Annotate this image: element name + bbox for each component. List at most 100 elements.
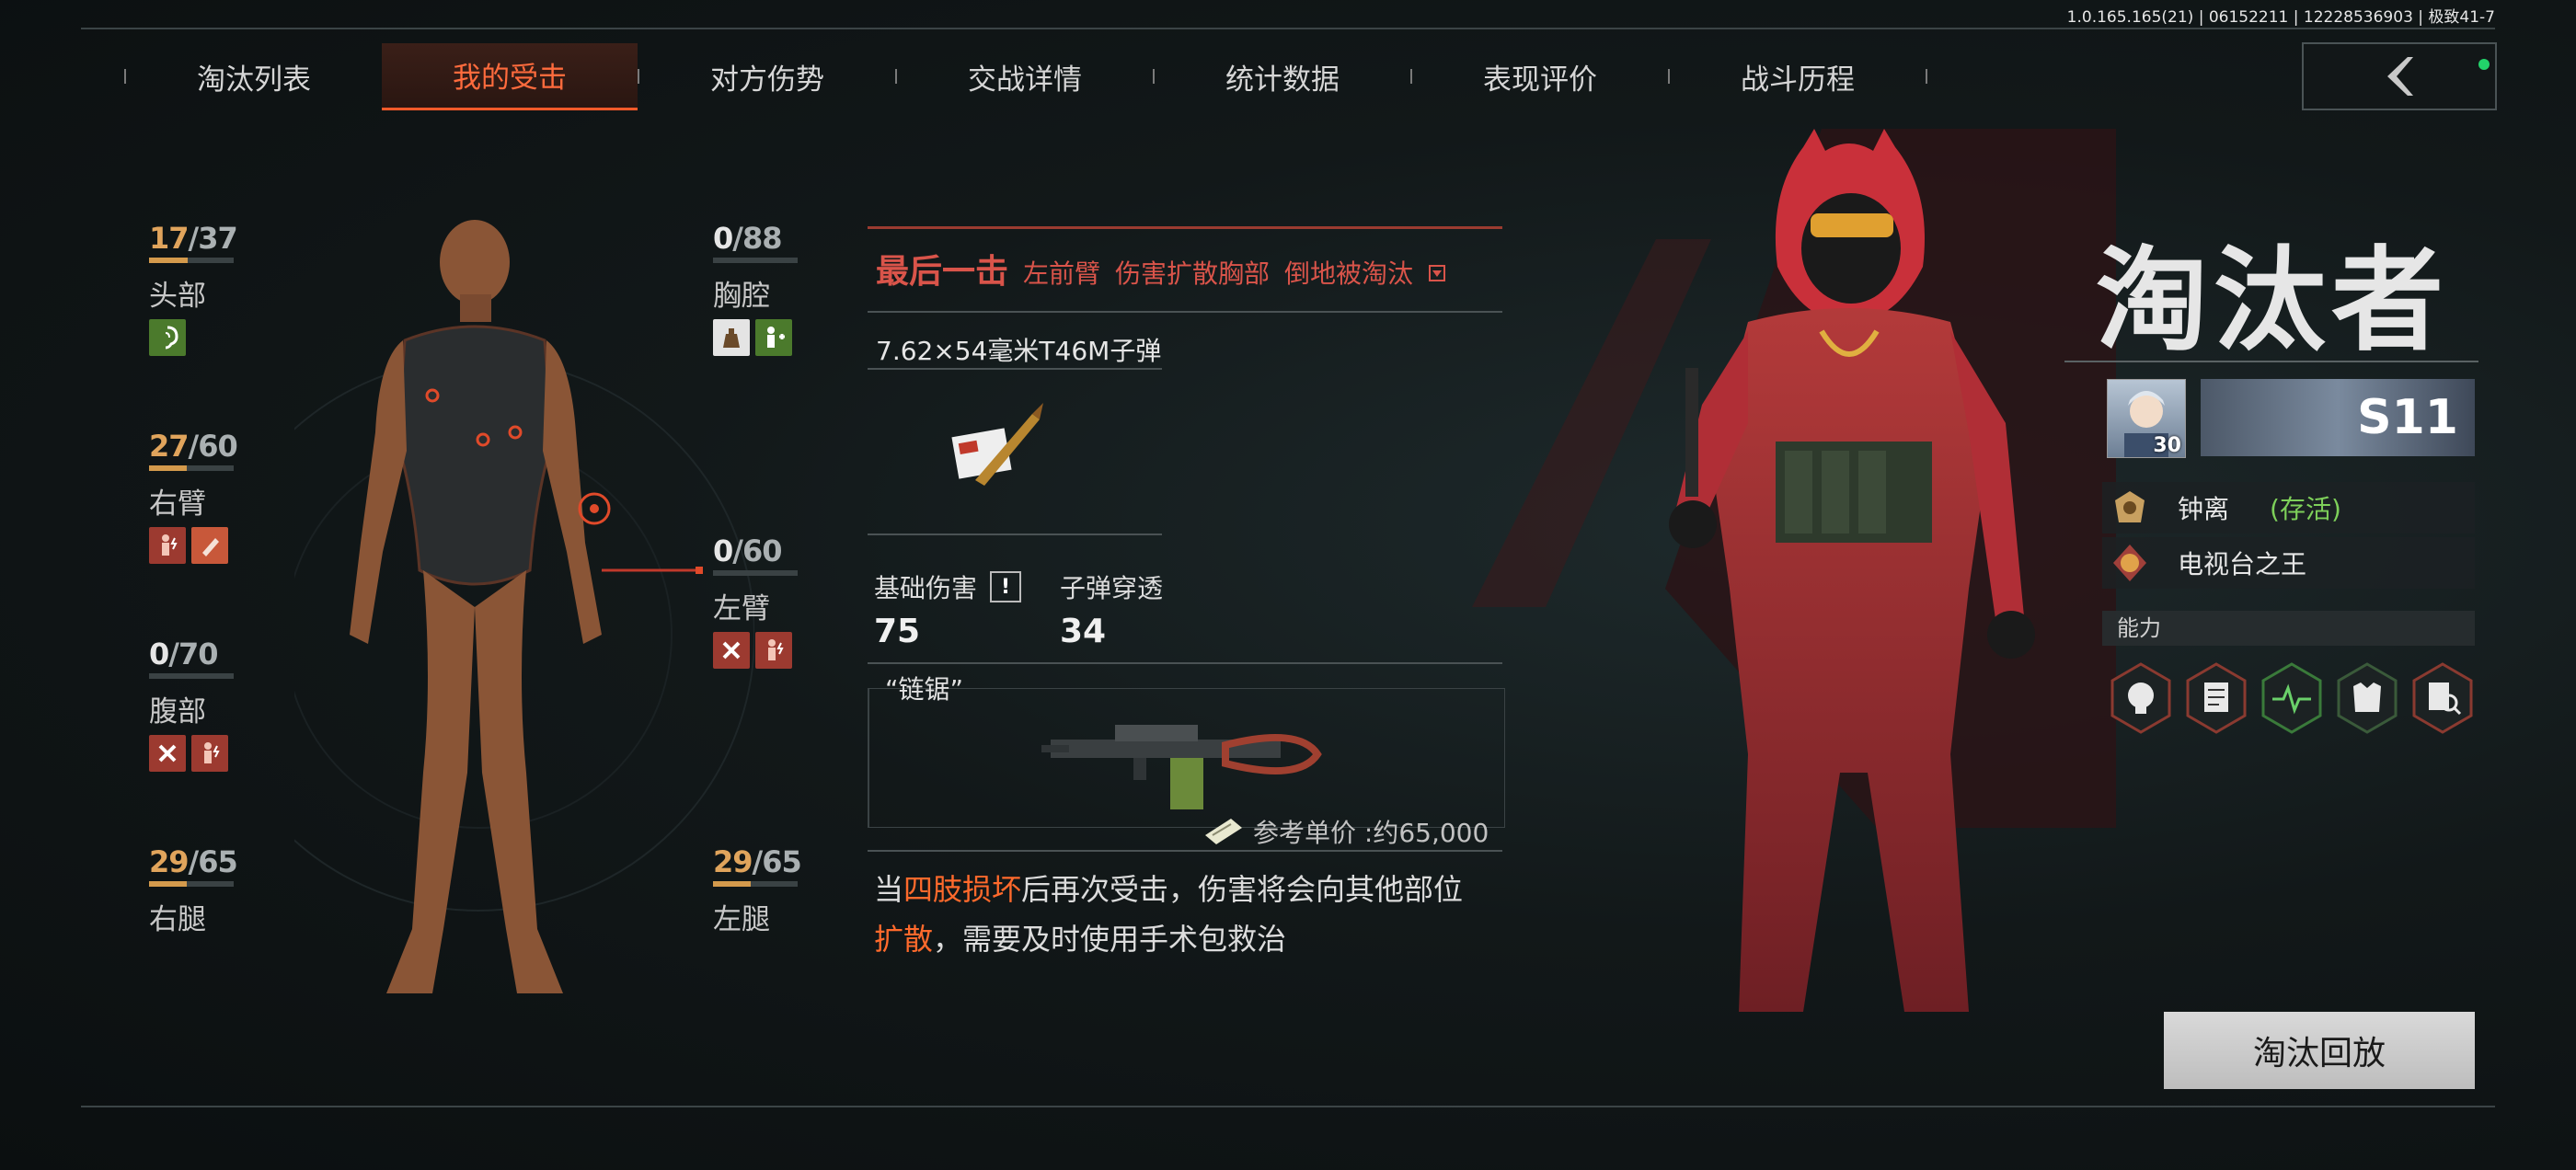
body-part-chest: 0/88 胸腔 (713, 221, 814, 356)
player-avatar[interactable]: 30 (2107, 379, 2186, 458)
fracture-icon[interactable] (191, 527, 228, 564)
replay-button[interactable]: 淘汰回放 (2164, 1012, 2475, 1089)
hp-bar (149, 465, 234, 471)
hp-bar-fill (149, 258, 189, 263)
tab-separator (1926, 69, 1927, 84)
bottom-divider (81, 1106, 2495, 1107)
hp-current: 0 (713, 533, 733, 568)
body-part-right-arm: 27/60 右臂 (149, 429, 250, 564)
divider (2064, 361, 2478, 362)
hp-max: 88 (742, 221, 783, 256)
hp-bar (149, 673, 234, 679)
version-info: 1.0.165.165(21) | 06152211 | 12228536903… (2066, 8, 2495, 27)
tab-opponent-injury[interactable]: 对方伤势 (639, 44, 895, 109)
dropdown-icon[interactable] (1428, 264, 1446, 282)
tip-text: ，需要及时使用手术包救治 (933, 922, 1287, 957)
killer-title: 淘汰者 (2096, 235, 2449, 366)
weapon-name: “链锯” (885, 674, 964, 705)
hp-current: 0 (149, 637, 169, 671)
season-badge: S11 (2357, 390, 2458, 445)
killer-character (1472, 129, 2116, 1012)
destroyed-icon[interactable] (149, 735, 186, 772)
body-part-left-leg: 29/65 左腿 (713, 844, 814, 937)
chevron-left-icon (2387, 57, 2413, 96)
hp-bar-fill (713, 881, 752, 887)
killer-name: 钟离 (2178, 494, 2230, 524)
killer-title-badge: 电视台之王 (2178, 549, 2307, 579)
hit-result: 倒地被淘汰 (1284, 258, 1414, 289)
tab-battle-history[interactable]: 战斗历程 (1670, 44, 1926, 109)
hp-max: 60 (198, 429, 238, 464)
tab-bar: 淘汰列表 我的受击 对方伤势 交战详情 统计数据 表现评价 战斗历程 (124, 42, 1927, 110)
ability-document-icon[interactable] (2184, 662, 2248, 734)
ear-icon[interactable] (149, 319, 186, 356)
part-name: 腹部 (149, 695, 206, 728)
tab-combat-details[interactable]: 交战详情 (897, 44, 1153, 109)
body-part-left-arm: 0/60 左臂 (713, 533, 814, 669)
tip-text: 后再次受击，伤害将会向其他部位 (1021, 872, 1464, 907)
ability-label: 能力 (2102, 611, 2475, 646)
player-level: 30 (2153, 434, 2181, 457)
damage-spread: 伤害扩散胸部 (1115, 258, 1271, 289)
base-damage: 基础伤害 ! 75 (874, 568, 1022, 650)
hp-bar (149, 881, 234, 887)
hp-bar (149, 258, 234, 263)
hp-max: 37 (198, 221, 238, 256)
ability-armor-icon[interactable] (2335, 662, 2399, 734)
panel-top-rule (868, 226, 1502, 229)
ability-skull-icon[interactable] (2109, 662, 2173, 734)
hp-max: 65 (762, 844, 802, 879)
base-damage-value: 75 (874, 613, 921, 650)
hp-max: 60 (742, 533, 783, 568)
rank-emblem-icon (2115, 491, 2145, 522)
penetration-value: 34 (1060, 613, 1107, 650)
back-button[interactable] (2302, 42, 2497, 110)
hp-bar (713, 570, 798, 576)
hp-current: 0 (713, 221, 733, 256)
body-heal-icon[interactable] (755, 319, 792, 356)
hp-current: 29 (149, 844, 190, 879)
body-part-right-leg: 29/65 右腿 (149, 844, 250, 937)
season-banner[interactable]: S11 (2201, 379, 2475, 456)
ability-search-icon[interactable] (2410, 662, 2475, 734)
limb-damage-tip: 当四肢损坏后再次受击，伤害将会向其他部位 扩散，需要及时使用手术包救治 (874, 865, 1518, 964)
body-part-abdomen: 0/70 腹部 (149, 637, 250, 772)
title-badge-icon (2113, 545, 2146, 581)
hp-max: 65 (198, 844, 238, 879)
bleed-icon[interactable] (191, 735, 228, 772)
divider (868, 311, 1502, 313)
penetration-label: 子弹穿透 (1060, 573, 1164, 603)
tab-performance[interactable]: 表现评价 (1412, 44, 1668, 109)
tab-my-hits[interactable]: 我的受击 (382, 42, 638, 110)
price-text: 参考单价 :约65,000 (1253, 818, 1489, 848)
killer-status: (存活) (2270, 494, 2341, 524)
tip-text: 当 (874, 872, 904, 907)
part-name: 胸腔 (713, 280, 770, 313)
part-name: 右腿 (149, 903, 206, 936)
tab-statistics[interactable]: 统计数据 (1155, 44, 1410, 109)
bleed-icon[interactable] (149, 527, 186, 564)
reference-price: 参考单价 :约65,000 (1203, 813, 1489, 850)
hp-max: 70 (178, 637, 219, 671)
part-name: 左臂 (713, 592, 770, 625)
info-icon[interactable]: ! (990, 571, 1022, 602)
money-icon (1205, 819, 1242, 844)
bleed-icon[interactable] (755, 632, 792, 669)
weapon-icon (1041, 725, 1322, 809)
divider (868, 850, 1502, 852)
online-indicator (2478, 59, 2490, 70)
hp-bar (713, 881, 798, 887)
base-damage-label: 基础伤害 (874, 573, 978, 603)
bag-icon[interactable] (713, 319, 750, 356)
ability-heartbeat-icon[interactable] (2260, 662, 2324, 734)
hp-current: 27 (149, 429, 190, 464)
body-model (294, 220, 754, 993)
part-name: 右臂 (149, 488, 206, 521)
tip-highlight: 四肢损坏 (903, 872, 1022, 907)
final-blow-line[interactable]: 最后一击 左前臂 伤害扩散胸部 倒地被淘汰 (876, 245, 1446, 292)
hp-bar-fill (149, 881, 188, 887)
tab-elimination-list[interactable]: 淘汰列表 (126, 44, 382, 109)
destroyed-icon[interactable] (713, 632, 750, 669)
top-divider (81, 28, 2495, 29)
ammo-name: 7.62×54毫米T46M子弹 (876, 336, 1162, 366)
